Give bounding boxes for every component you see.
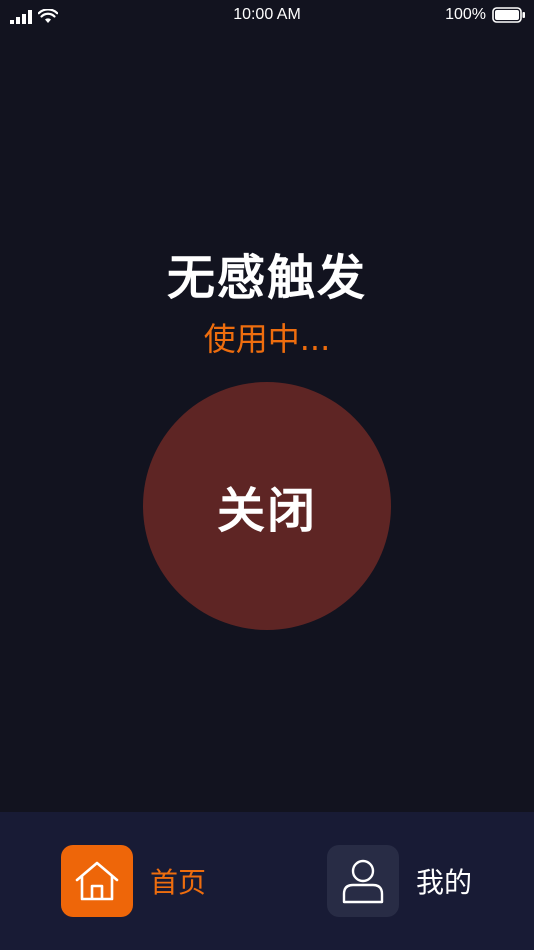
close-toggle-button[interactable]: 关闭 [143,382,391,630]
nav-item-home[interactable]: 首页 [61,845,206,917]
status-right: 100% [445,6,526,24]
nav-label-home: 首页 [150,866,207,899]
page-title: 无感触发 [166,250,367,306]
status-bar: 10:00 AM 100% [0,0,534,32]
status-text: 使用中... [203,320,331,358]
home-icon-box [61,845,133,917]
home-icon [75,861,119,901]
user-icon [342,859,384,904]
battery-percentage: 100% [445,6,486,23]
bottom-nav: 首页 我的 [0,812,534,950]
app-screen: 10:00 AM 100% 无感触发 使用中... 关闭 首页 我的 [0,0,534,950]
user-icon-box [327,845,399,917]
battery-icon [492,7,525,23]
nav-label-mine: 我的 [416,866,473,899]
nav-item-mine[interactable]: 我的 [327,845,472,917]
toggle-button-label: 关闭 [216,483,317,539]
